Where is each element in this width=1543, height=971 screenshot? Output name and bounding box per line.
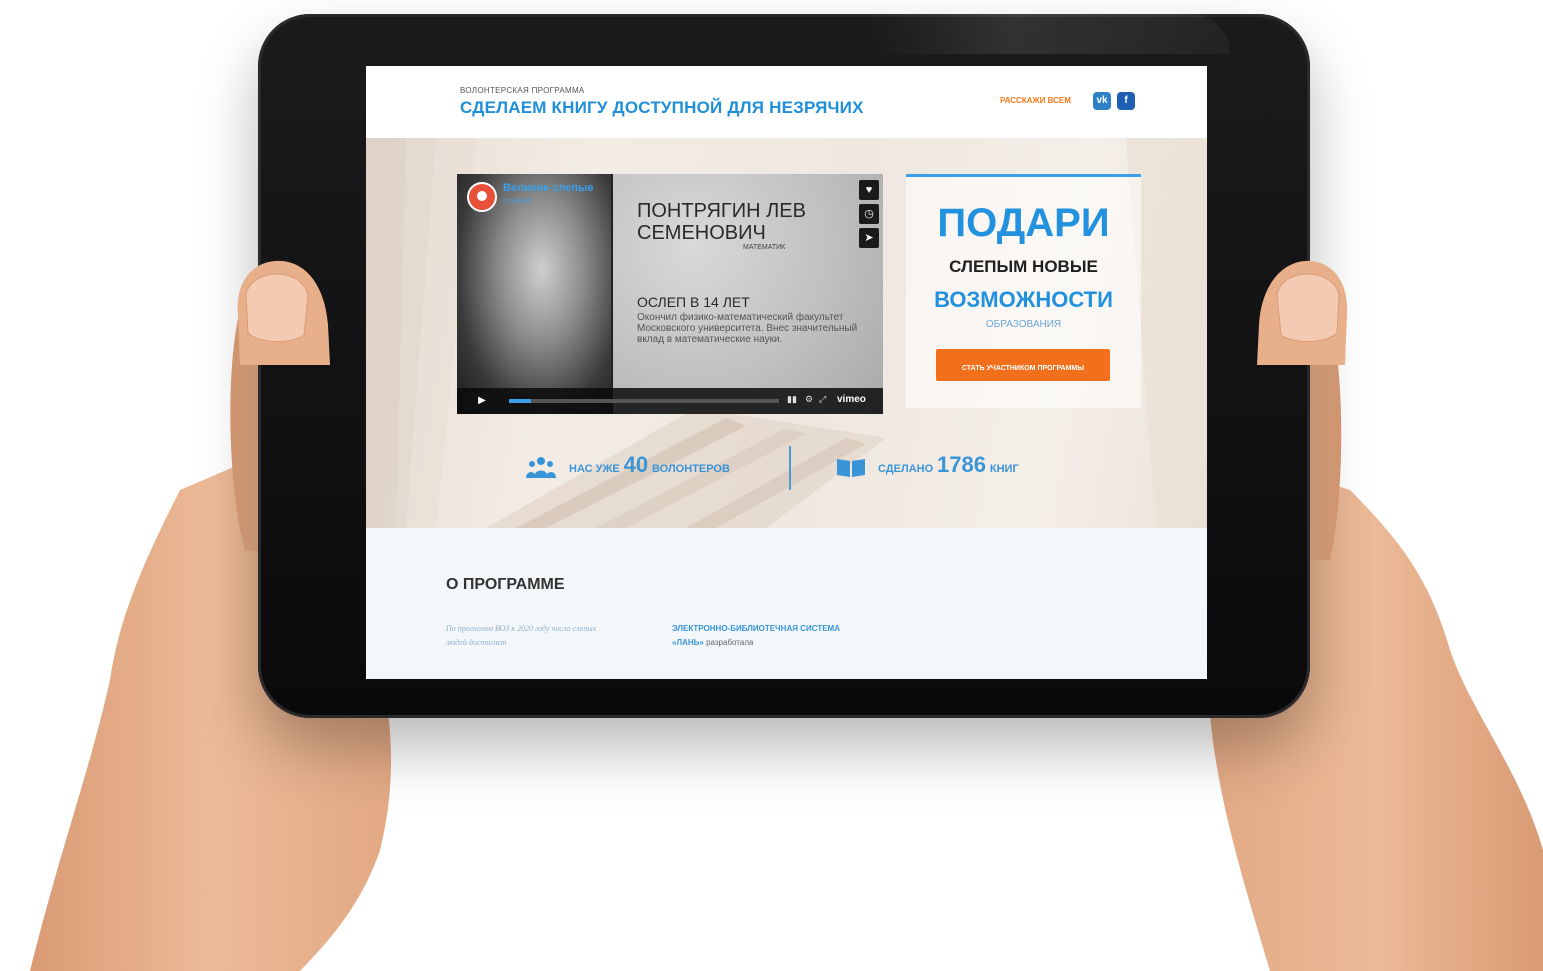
channel-by-label: от [503, 198, 510, 205]
heart-icon[interactable]: ♥ [859, 180, 879, 200]
volunteers-suffix: ВОЛОНТЕРОВ [652, 463, 730, 475]
vimeo-logo[interactable]: vimeo [837, 394, 866, 405]
channel-avatar[interactable] [467, 182, 497, 212]
progress-fill [509, 399, 531, 403]
join-program-button[interactable]: СТАТЬ УЧАСТНИКОМ ПРОГРАММЫ [936, 349, 1110, 381]
stats-bar: НАС УЖЕ 40 ВОЛОНТЕРОВ СДЕЛАНО 1786 КНИГ [366, 438, 1207, 498]
person-field: МАТЕМАТИК [743, 244, 786, 251]
fullscreen-icon[interactable]: ⤢ [819, 394, 826, 405]
donate-line-1: СЛЕПЫМ НОВЫЕ [949, 257, 1098, 276]
program-label: ВОЛОНТЕРСКАЯ ПРОГРАММА [460, 86, 585, 95]
volunteers-prefix: НАС УЖЕ [569, 463, 620, 475]
tablet-screen: ВОЛОНТЕРСКАЯ ПРОГРАММА СДЕЛАЕМ КНИГУ ДОС… [366, 66, 1207, 679]
right-thumb [1257, 260, 1348, 365]
volume-icon[interactable]: ▮▮ [787, 394, 797, 405]
people-icon [526, 457, 556, 478]
video-actions: ♥ ◷ ➤ [859, 180, 879, 252]
donate-line-2: ВОЗМОЖНОСТИ [934, 287, 1113, 312]
send-icon[interactable]: ➤ [859, 228, 879, 248]
donate-title: ПОДАРИ [937, 201, 1110, 245]
donate-line-3: ОБРАЗОВАНИЯ [985, 319, 1062, 330]
video-info-panel: ПОНТРЯГИН ЛЕВ СЕМЕНОВИЧ МАТЕМАТИК ОСЛЕП … [613, 174, 883, 414]
about-right-text: ЭЛЕКТРОННО-БИБЛИОТЕЧНАЯ СИСТЕМА «ЛАНЬ» р… [672, 622, 872, 650]
books-suffix: КНИГ [989, 463, 1019, 475]
about-highlight[interactable]: ЭЛЕКТРОННО-БИБЛИОТЕЧНАЯ СИСТЕМА «ЛАНЬ» [672, 624, 840, 647]
books-prefix: СДЕЛАНО [878, 463, 934, 475]
about-right-body: разработала [706, 638, 754, 647]
books-count: 1786 [937, 452, 986, 477]
about-left-text: По прогнозам ВОЗ к 2020 году число слепы… [446, 624, 597, 647]
channel-source[interactable]: vimeo [512, 198, 531, 205]
channel-by: от vimeo [503, 198, 531, 205]
left-thumb [237, 260, 330, 365]
settings-gear-icon[interactable]: ⚙ [805, 394, 813, 405]
play-button[interactable]: ▶ [463, 392, 501, 410]
donate-card: ПОДАРИ СЛЕПЫМ НОВЫЕ ВОЗМОЖНОСТИ ОБРАЗОВА… [906, 174, 1141, 408]
facebook-share-icon[interactable]: f [1117, 92, 1135, 110]
channel-name[interactable]: Великие слепые [503, 182, 594, 194]
clock-icon[interactable]: ◷ [859, 204, 879, 224]
blind-age: ОСЛЕП В 14 ЛЕТ [637, 294, 750, 310]
vk-share-icon[interactable]: vk [1093, 92, 1111, 110]
share-label: РАССКАЖИ ВСЕМ [1000, 96, 1071, 105]
person-bio: Окончил физико-математический факультет … [637, 312, 858, 345]
about-title: О ПРОГРАММЕ [446, 576, 565, 593]
volunteers-stat: НАС УЖЕ 40 ВОЛОНТЕРОВ [569, 452, 730, 478]
about-section: О ПРОГРАММЕ По прогнозам ВОЗ к 2020 году… [366, 528, 1207, 679]
book-icon [837, 459, 865, 477]
tablet-glare [870, 14, 1230, 54]
video-controls: ▶ ▮▮ ⚙ ⤢ vimeo [457, 388, 883, 414]
hero-section: Великие слепые от vimeo ПОНТРЯГИН ЛЕВ СЕ… [366, 138, 1207, 528]
stats-divider [789, 446, 791, 490]
progress-bar[interactable] [509, 399, 779, 403]
site-header: ВОЛОНТЕРСКАЯ ПРОГРАММА СДЕЛАЕМ КНИГУ ДОС… [366, 66, 1207, 138]
volunteers-count: 40 [623, 452, 649, 477]
books-stat: СДЕЛАНО 1786 КНИГ [878, 452, 1019, 478]
person-name: ПОНТРЯГИН ЛЕВ СЕМЕНОВИЧ [637, 200, 806, 244]
site-title[interactable]: СДЕЛАЕМ КНИГУ ДОСТУПНОЙ ДЛЯ НЕЗРЯЧИХ [460, 98, 864, 118]
video-player[interactable]: Великие слепые от vimeo ПОНТРЯГИН ЛЕВ СЕ… [457, 174, 883, 414]
